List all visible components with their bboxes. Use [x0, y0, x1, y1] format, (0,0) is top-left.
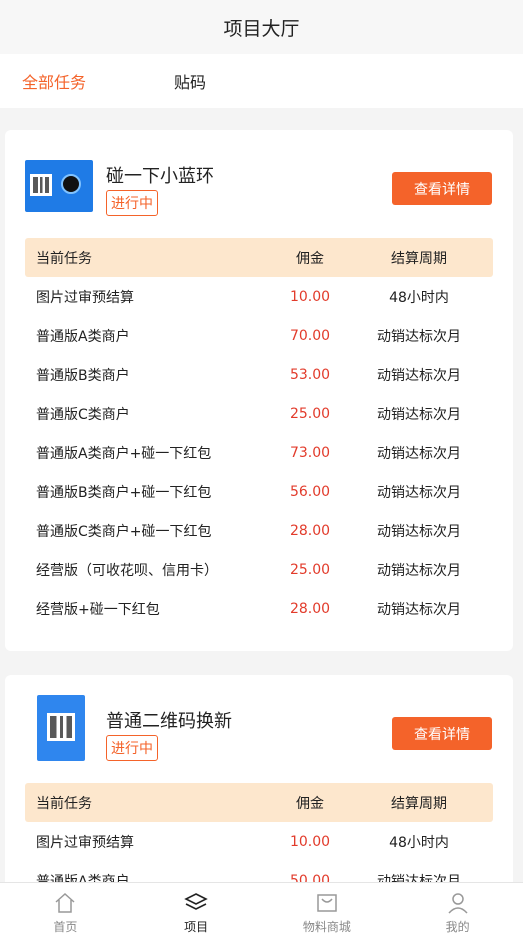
commission: 25.00 — [289, 561, 331, 578]
layers-icon — [184, 893, 208, 910]
table-row: 普通版A类商户 50.00 动销达标次月 — [25, 861, 493, 883]
col-task: 当前任务 — [36, 795, 92, 812]
settlement-cycle: 动销达标次月 — [377, 562, 461, 579]
task-name: 经营版（可收花呗、信用卡） — [36, 562, 218, 579]
commission: 73.00 — [289, 444, 331, 461]
bottom-tab-bar: 首页 项目 物料商城 我的 — [0, 882, 523, 939]
tab-label: 项目 — [184, 920, 209, 934]
tab-bar-top: 全部任务 贴码 — [0, 54, 523, 108]
table-header: 当前任务 佣金 结算周期 — [25, 783, 493, 822]
task-name: 普通版C类商户 — [36, 406, 130, 423]
tab-home[interactable]: 首页 — [0, 883, 131, 939]
table-row: 经营版+碰一下红包 28.00 动销达标次月 — [25, 589, 493, 628]
task-name: 普通版B类商户+碰一下红包 — [36, 484, 212, 501]
task-name: 普通版B类商户 — [36, 367, 130, 384]
page-title: 项目大厅 — [223, 17, 300, 40]
col-task: 当前任务 — [36, 250, 92, 267]
tab-label: 我的 — [445, 920, 470, 934]
task-name: 普通版C类商户+碰一下红包 — [36, 523, 212, 540]
settlement-cycle: 动销达标次月 — [377, 328, 461, 345]
commission: 10.00 — [289, 288, 331, 305]
commission: 28.00 — [289, 600, 331, 617]
header: 项目大厅 — [0, 0, 523, 54]
task-name: 图片过审预结算 — [36, 834, 134, 851]
table-row: 普通版A类商户+碰一下红包 73.00 动销达标次月 — [25, 433, 493, 472]
settlement-cycle: 动销达标次月 — [377, 601, 461, 618]
task-name: 图片过审预结算 — [36, 289, 134, 306]
home-icon — [55, 892, 75, 913]
tab-mine[interactable]: 我的 — [392, 883, 523, 939]
col-commission: 佣金 — [296, 250, 324, 267]
task-table: 当前任务 佣金 结算周期 图片过审预结算 10.00 48小时内 普通版A类商户 70… — [25, 238, 493, 628]
table-row: 图片过审预结算 10.00 48小时内 — [25, 277, 493, 316]
table-row: 普通版C类商户 25.00 动销达标次月 — [25, 394, 493, 433]
table-row: 普通版C类商户+碰一下红包 28.00 动销达标次月 — [25, 511, 493, 550]
status-badge: 进行中 — [106, 190, 158, 216]
table-row: 经营版（可收花呗、信用卡） 25.00 动销达标次月 — [25, 550, 493, 589]
task-name: 经营版+碰一下红包 — [36, 601, 160, 618]
commission: 53.00 — [289, 366, 331, 383]
task-name: 普通版A类商户 — [36, 873, 130, 883]
view-details-button[interactable]: 查看详情 — [392, 172, 492, 205]
commission: 28.00 — [289, 522, 331, 539]
col-commission: 佣金 — [296, 795, 324, 812]
settlement-cycle: 48小时内 — [389, 834, 449, 851]
settlement-cycle: 动销达标次月 — [377, 367, 461, 384]
tab-label: 首页 — [53, 920, 78, 934]
settlement-cycle: 动销达标次月 — [377, 406, 461, 423]
tab-label: 物料商城 — [302, 920, 351, 934]
table-row: 图片过审预结算 10.00 48小时内 — [25, 822, 493, 861]
commission: 50.00 — [289, 872, 331, 883]
project-title: 普通二维码换新 — [106, 711, 232, 732]
project-card: 普通二维码换新 进行中 查看详情 当前任务 佣金 结算周期 图片过审预结算 10.… — [5, 675, 513, 882]
tab-shop[interactable]: 物料商城 — [262, 883, 393, 939]
table-header: 当前任务 佣金 结算周期 — [25, 238, 493, 277]
settlement-cycle: 动销达标次月 — [377, 523, 461, 540]
col-settlement: 结算周期 — [391, 795, 447, 812]
tab-projects[interactable]: 项目 — [131, 883, 262, 939]
commission: 10.00 — [289, 833, 331, 850]
commission: 56.00 — [289, 483, 331, 500]
settlement-cycle: 48小时内 — [389, 289, 449, 306]
project-card: 碰一下小蓝环 进行中 查看详情 当前任务 佣金 结算周期 图片过审预结算 10.0… — [5, 130, 513, 651]
tab-all-tasks[interactable]: 全部任务 — [22, 69, 86, 93]
project-thumbnail — [25, 160, 93, 212]
col-settlement: 结算周期 — [391, 250, 447, 267]
user-icon — [448, 893, 468, 914]
project-thumbnail — [37, 695, 85, 761]
table-row: 普通版B类商户 53.00 动销达标次月 — [25, 355, 493, 394]
task-name: 普通版A类商户 — [36, 328, 130, 345]
project-title: 碰一下小蓝环 — [106, 166, 214, 187]
settlement-cycle: 动销达标次月 — [377, 484, 461, 501]
settlement-cycle: 动销达标次月 — [377, 445, 461, 462]
project-list[interactable]: 碰一下小蓝环 进行中 查看详情 当前任务 佣金 结算周期 图片过审预结算 10.0… — [0, 108, 523, 882]
task-name: 普通版A类商户+碰一下红包 — [36, 445, 212, 462]
table-row: 普通版B类商户+碰一下红包 56.00 动销达标次月 — [25, 472, 493, 511]
task-table: 当前任务 佣金 结算周期 图片过审预结算 10.00 48小时内 普通版A类商户 50… — [25, 783, 493, 882]
tab-sticker-code[interactable]: 贴码 — [174, 69, 206, 93]
table-row: 普通版A类商户 70.00 动销达标次月 — [25, 316, 493, 355]
view-details-button[interactable]: 查看详情 — [392, 717, 492, 750]
shop-icon — [317, 894, 337, 912]
commission: 25.00 — [289, 405, 331, 422]
settlement-cycle: 动销达标次月 — [377, 873, 461, 883]
status-badge: 进行中 — [106, 735, 158, 761]
commission: 70.00 — [289, 327, 331, 344]
